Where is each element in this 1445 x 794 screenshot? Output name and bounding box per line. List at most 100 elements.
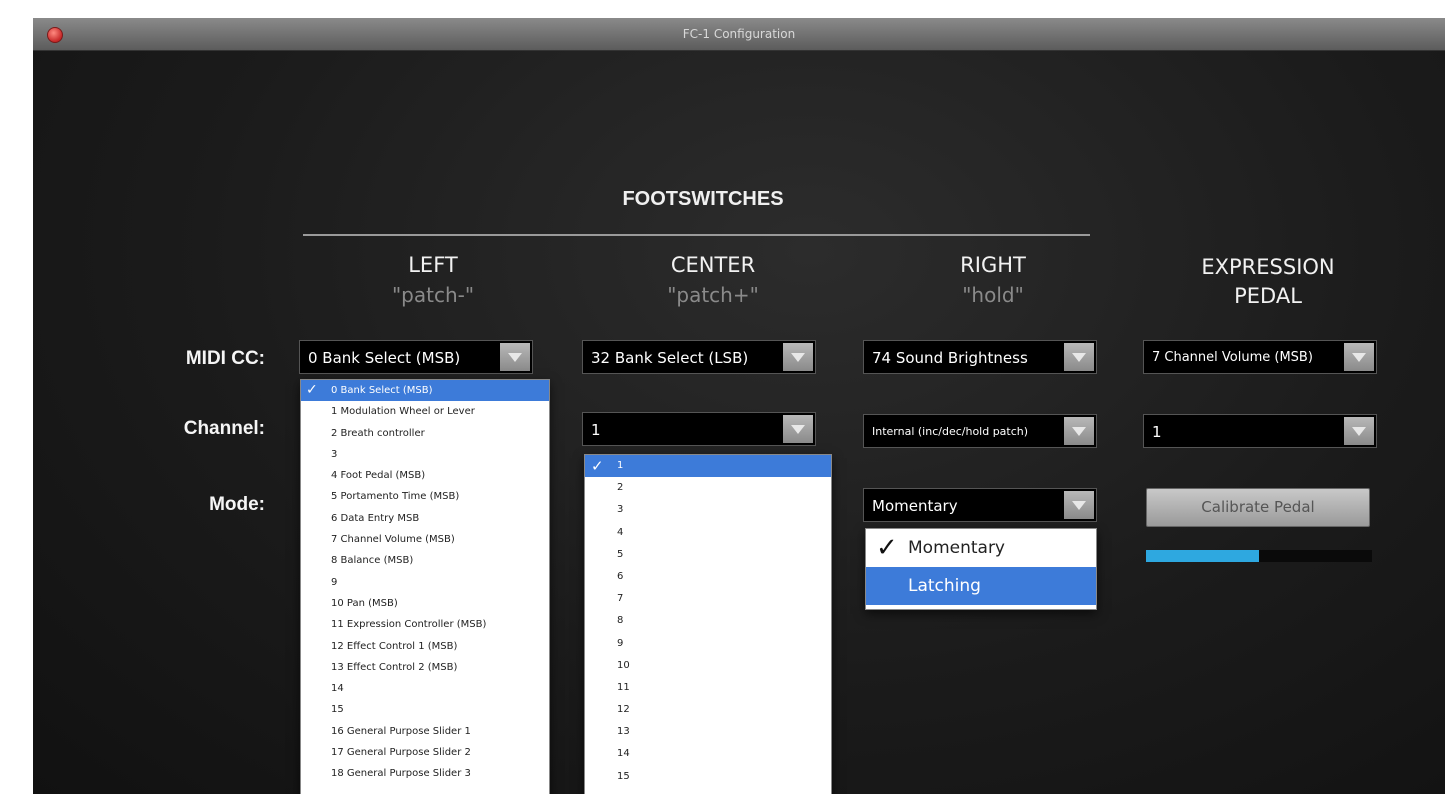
dropdown-option-label: 1 Modulation Wheel or Lever <box>331 406 475 418</box>
pedal-level-fill <box>1146 550 1259 562</box>
app-window: FC-1 Configuration FOOTSWITCHES LEFT "pa… <box>33 18 1445 794</box>
right-channel-select[interactable]: Internal (inc/dec/hold patch) <box>863 414 1097 448</box>
expression-midi-cc-select[interactable]: 7 Channel Volume (MSB) <box>1143 340 1377 374</box>
dropdown-option[interactable]: 10 <box>585 655 831 677</box>
center-midi-cc-select[interactable]: 32 Bank Select (LSB) <box>582 340 816 374</box>
dropdown-option-label: 9 <box>617 637 624 649</box>
dropdown-option[interactable]: 9 <box>301 572 549 593</box>
dropdown-option-label: 5 Portamento Time (MSB) <box>331 491 460 503</box>
dropdown-option[interactable]: 8 Balance (MSB) <box>301 550 549 571</box>
dropdown-option[interactable]: 4 Foot Pedal (MSB) <box>301 465 549 486</box>
chevron-down-icon[interactable] <box>783 415 813 443</box>
dropdown-option-label: 9 <box>331 576 338 588</box>
dropdown-option[interactable]: 3 <box>585 499 831 521</box>
chevron-down-icon[interactable] <box>1064 417 1094 445</box>
dropdown-option[interactable]: 6 <box>585 566 831 588</box>
dropdown-option-label: 10 Pan (MSB) <box>331 597 398 609</box>
dropdown-option[interactable]: 15 <box>585 766 831 788</box>
dropdown-option[interactable]: 5 Portamento Time (MSB) <box>301 486 549 507</box>
dropdown-option-label: 11 Expression Controller (MSB) <box>331 619 487 631</box>
chevron-down-icon[interactable] <box>1064 491 1094 519</box>
section-title: FOOTSWITCHES <box>622 188 784 210</box>
column-expression-title: EXPRESSION <box>1201 255 1335 279</box>
dropdown-option-label: Momentary <box>908 538 1005 558</box>
dropdown-option-label: 0 Bank Select (MSB) <box>331 385 433 396</box>
dropdown-option-label: 11 <box>617 681 630 693</box>
dropdown-option-label: 7 <box>617 593 624 605</box>
dropdown-option[interactable]: 7 Channel Volume (MSB) <box>301 529 549 550</box>
dropdown-option-label: 2 Breath controller <box>331 427 425 439</box>
dropdown-option-label: 15 <box>331 704 344 716</box>
right-mode-dropdown[interactable]: ✓ Momentary Latching <box>865 528 1097 610</box>
center-channel-select[interactable]: 1 <box>582 412 816 446</box>
dropdown-option-label: 4 <box>617 526 624 538</box>
column-left-title: LEFT <box>408 253 458 277</box>
midi-cc-label: MIDI CC: <box>185 348 265 369</box>
dropdown-option[interactable]: 4 <box>585 522 831 544</box>
dropdown-option[interactable]: 9 <box>585 633 831 655</box>
dropdown-option-label: 2 <box>617 482 624 494</box>
dropdown-option-label: 10 <box>617 659 630 671</box>
dropdown-option[interactable]: 13 Effect Control 2 (MSB) <box>301 657 549 678</box>
chevron-down-icon[interactable] <box>1344 343 1374 371</box>
dropdown-option-label: 12 <box>617 704 630 716</box>
right-mode-value: Momentary <box>872 497 958 515</box>
column-left-subtitle: "patch-" <box>391 283 475 307</box>
dropdown-option[interactable]: 13 <box>585 721 831 743</box>
dropdown-option[interactable]: 17 General Purpose Slider 2 <box>301 742 549 763</box>
chevron-down-icon[interactable] <box>1344 417 1374 445</box>
dropdown-option[interactable]: 5 <box>585 544 831 566</box>
dropdown-option[interactable]: ✓ 0 Bank Select (MSB) <box>301 380 549 402</box>
expression-channel-value: 1 <box>1152 423 1162 441</box>
column-right-title: RIGHT <box>960 253 1026 277</box>
dropdown-option-label: 5 <box>617 548 624 560</box>
dropdown-option[interactable]: 14 <box>585 743 831 765</box>
dropdown-option[interactable]: 14 <box>301 678 549 699</box>
dropdown-option[interactable]: 12 Effect Control 1 (MSB) <box>301 636 549 657</box>
dropdown-option[interactable]: 11 <box>585 677 831 699</box>
dropdown-option[interactable]: 16 General Purpose Slider 1 <box>301 721 549 742</box>
mode-label: Mode: <box>209 494 265 515</box>
dropdown-option[interactable]: 1 Modulation Wheel or Lever <box>301 401 549 422</box>
dropdown-option[interactable]: Latching <box>866 567 1096 605</box>
dropdown-option-label: 12 Effect Control 1 (MSB) <box>331 640 458 652</box>
dropdown-option-label: 15 <box>617 770 630 782</box>
dropdown-option[interactable]: 2 <box>585 477 831 499</box>
center-channel-dropdown[interactable]: ✓ 1 2 3 4 5 6 7 8 9 10 11 12 13 14 15 <box>584 454 832 794</box>
dropdown-option-label: 16 General Purpose Slider 1 <box>331 725 471 737</box>
dropdown-option[interactable]: 12 <box>585 699 831 721</box>
dropdown-option[interactable]: 10 Pan (MSB) <box>301 593 549 614</box>
dropdown-option[interactable]: 11 Expression Controller (MSB) <box>301 614 549 635</box>
dropdown-option[interactable]: 2 Breath controller <box>301 423 549 444</box>
checkmark-icon: ✓ <box>876 533 898 563</box>
right-midi-cc-select[interactable]: 74 Sound Brightness <box>863 340 1097 374</box>
chevron-down-icon[interactable] <box>500 343 530 371</box>
dropdown-option-label: 18 General Purpose Slider 3 <box>331 768 471 780</box>
chevron-down-icon[interactable] <box>1064 343 1094 371</box>
column-right-subtitle: "hold" <box>962 283 1024 307</box>
right-mode-select[interactable]: Momentary <box>863 488 1097 522</box>
dropdown-option[interactable]: 7 <box>585 588 831 610</box>
calibrate-pedal-button[interactable]: Calibrate Pedal <box>1146 488 1370 527</box>
dropdown-option[interactable]: 18 General Purpose Slider 3 <box>301 763 549 784</box>
expression-channel-select[interactable]: 1 <box>1143 414 1377 448</box>
dropdown-option[interactable]: 3 <box>301 444 549 465</box>
dropdown-option-label: 8 <box>617 615 624 627</box>
dropdown-option[interactable]: ✓ Momentary <box>866 529 1096 567</box>
dropdown-option[interactable]: 15 <box>301 699 549 720</box>
dropdown-option[interactable]: ✓ 1 <box>585 455 831 478</box>
dropdown-option-label: 13 <box>617 726 630 738</box>
center-channel-value: 1 <box>591 421 601 439</box>
dropdown-option[interactable]: 8 <box>585 610 831 632</box>
dropdown-option-label: 7 Channel Volume (MSB) <box>331 534 455 546</box>
dropdown-option-label: 3 <box>331 448 338 460</box>
right-midi-cc-value: 74 Sound Brightness <box>872 349 1028 367</box>
left-midi-cc-dropdown[interactable]: ✓ 0 Bank Select (MSB) 1 Modulation Wheel o… <box>300 379 550 794</box>
channel-label: Channel: <box>183 418 265 439</box>
dropdown-option[interactable]: 6 Data Entry MSB <box>301 508 549 529</box>
chevron-down-icon[interactable] <box>783 343 813 371</box>
dropdown-option-label: 1 <box>617 460 624 471</box>
checkmark-icon: ✓ <box>591 457 604 475</box>
dropdown-option-label: 14 <box>331 683 344 695</box>
left-midi-cc-select[interactable]: 0 Bank Select (MSB) <box>299 340 533 374</box>
